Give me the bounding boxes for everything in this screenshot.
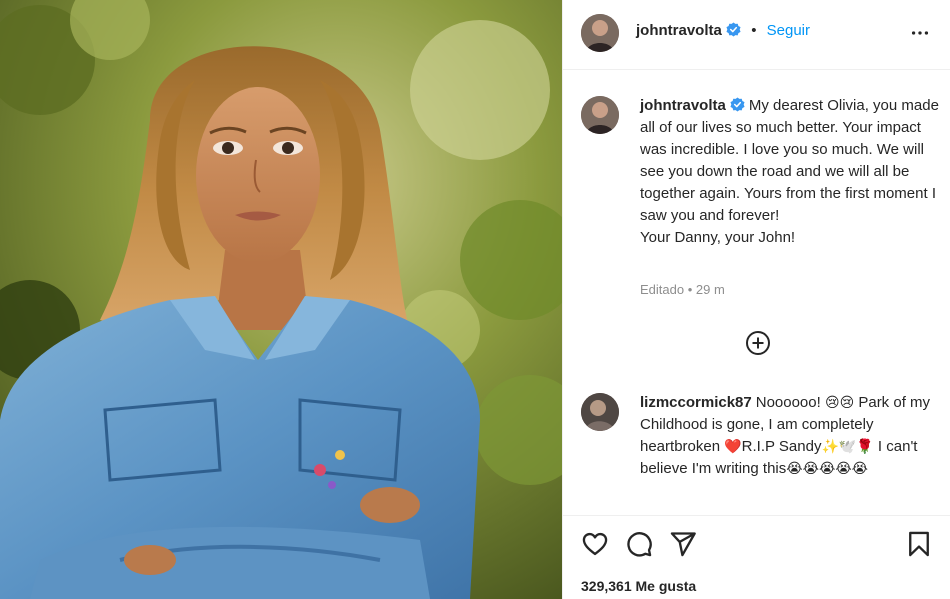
heart-emoji: ❤️ [724, 439, 742, 455]
caption-signoff: Your Danny, your John! [640, 229, 796, 246]
meta-separator: • [687, 282, 693, 297]
bookmark-icon[interactable] [905, 530, 933, 558]
crying-face-emoji: 😢😢 [824, 395, 855, 411]
sparkle-dove-rose-emoji: ✨🕊️🌹 [821, 439, 874, 455]
separator-dot: • [751, 22, 757, 39]
username-link[interactable]: johntravolta [636, 22, 722, 39]
comment-username[interactable]: lizmccormick87 [640, 394, 752, 411]
share-icon[interactable] [669, 530, 697, 558]
post-header: johntravolta • Seguir [563, 0, 950, 70]
load-more-comments-icon[interactable] [743, 328, 773, 358]
avatar[interactable] [581, 14, 619, 52]
verified-badge-icon [726, 22, 741, 37]
user-avatar-image [581, 96, 619, 134]
header-user: johntravolta • Seguir [636, 22, 810, 39]
post-time[interactable]: 29 m [696, 282, 725, 297]
commenter-avatar-image [581, 393, 619, 431]
edited-label: Editado [640, 282, 685, 297]
post-side-panel: johntravolta • Seguir johntravolta My de… [562, 0, 950, 599]
verified-badge-icon [730, 97, 745, 112]
instagram-post: johntravolta • Seguir johntravolta My de… [0, 0, 950, 599]
user-avatar-image [581, 14, 619, 52]
comment-icon[interactable] [625, 530, 653, 558]
caption-text: johntravolta My dearest Olivia, you made… [640, 95, 940, 249]
post-actions: 329,361 Me gusta [563, 515, 950, 599]
caption-username[interactable]: johntravolta [640, 97, 726, 114]
caption-meta: Editado • 29 m [640, 282, 725, 297]
comment-text: lizmccormick87 Noooooo! 😢😢 Park of my Chi… [640, 392, 940, 480]
post-photo[interactable] [0, 0, 562, 599]
more-horizontal-icon[interactable] [909, 22, 931, 44]
woman-portrait-image [0, 0, 562, 599]
follow-button[interactable]: Seguir [767, 22, 810, 39]
comment-part-1: Noooooo! [755, 394, 821, 411]
avatar[interactable] [581, 96, 619, 134]
likes-count[interactable]: 329,361 Me gusta [581, 578, 696, 594]
caption-body: My dearest Olivia, you made all of our l… [640, 97, 939, 224]
loudly-crying-emoji: 😭😭😭😭😭 [786, 461, 869, 477]
heart-icon[interactable] [581, 530, 609, 558]
comments-section[interactable]: johntravolta My dearest Olivia, you made… [563, 70, 950, 515]
avatar[interactable] [581, 393, 619, 431]
comment-part-3: R.I.P Sandy [741, 438, 822, 455]
